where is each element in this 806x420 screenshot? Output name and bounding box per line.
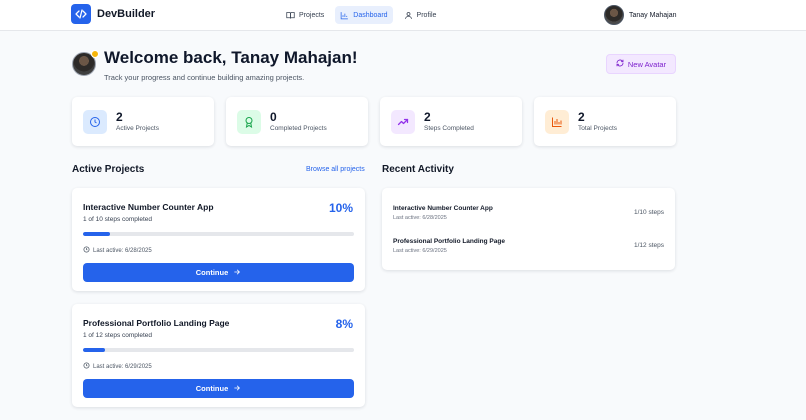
user-menu[interactable]: Tanay Mahajan — [604, 5, 676, 25]
project-percent: 10% — [328, 201, 353, 215]
arrow-right-icon — [233, 384, 241, 394]
user-name: Tanay Mahajan — [629, 11, 677, 19]
continue-button[interactable]: Continue — [83, 263, 354, 282]
profile-avatar[interactable] — [72, 50, 99, 76]
top-navbar: DevBuilder Projects Dashboard Profile Ta… — [0, 0, 806, 31]
recent-activity-title: Recent Activity — [382, 164, 454, 175]
nav-link-dashboard[interactable]: Dashboard — [335, 6, 393, 24]
new-avatar-button[interactable]: New Avatar — [606, 54, 676, 74]
progress-fill — [83, 232, 111, 236]
last-active-text: Last active: 6/28/2025 — [93, 247, 152, 254]
page-subtitle: Track your progress and continue buildin… — [104, 73, 305, 82]
stat-card-active: 2 Active Projects — [72, 97, 214, 146]
stat-value: 2 — [578, 110, 585, 124]
activity-title: Interactive Number Counter App — [393, 205, 493, 212]
recent-activity-card: Interactive Number Counter App Last acti… — [382, 188, 675, 270]
stat-card-total: 2 Total Projects — [534, 97, 676, 146]
page-title: Welcome back, Tanay Mahajan! — [104, 48, 358, 67]
stat-label: Active Projects — [116, 125, 159, 132]
activity-date: Last active: 6/29/2025 — [393, 248, 447, 254]
brand-name: DevBuilder — [97, 8, 156, 20]
stat-card-steps: 2 Steps Completed — [380, 97, 522, 146]
activity-date: Last active: 6/28/2025 — [393, 215, 447, 221]
last-active-text: Last active: 6/29/2025 — [93, 363, 152, 370]
activity-title: Professional Portfolio Landing Page — [393, 238, 505, 245]
last-active: Last active: 6/28/2025 — [83, 246, 152, 255]
stats-row: 2 Active Projects 0 Completed Projects 2… — [72, 97, 676, 146]
project-title: Interactive Number Counter App — [83, 202, 214, 212]
project-steps: 1 of 10 steps completed — [83, 216, 153, 223]
project-title: Professional Portfolio Landing Page — [83, 318, 230, 328]
clock-icon — [83, 362, 90, 371]
stat-value: 0 — [270, 110, 277, 124]
nav-link-label: Profile — [416, 11, 437, 19]
stat-card-completed: 0 Completed Projects — [226, 97, 368, 146]
book-icon — [286, 11, 295, 20]
project-card: Interactive Number Counter App 1 of 10 s… — [72, 188, 365, 291]
progress-bar — [83, 232, 354, 236]
trending-up-icon — [391, 110, 415, 134]
stat-label: Total Projects — [578, 125, 618, 132]
continue-button[interactable]: Continue — [83, 379, 354, 398]
active-projects-title: Active Projects — [72, 164, 145, 175]
activity-item[interactable]: Interactive Number Counter App Last acti… — [393, 205, 664, 229]
star-badge-icon — [91, 50, 99, 58]
project-card: Professional Portfolio Landing Page 1 of… — [72, 304, 365, 407]
last-active: Last active: 6/29/2025 — [83, 362, 152, 371]
new-avatar-label: New Avatar — [627, 59, 667, 69]
continue-label: Continue — [195, 384, 229, 393]
activity-item[interactable]: Professional Portfolio Landing Page Last… — [393, 238, 664, 262]
arrow-right-icon — [233, 268, 241, 278]
browse-all-projects-link[interactable]: Browse all projects — [306, 166, 365, 173]
refresh-icon — [616, 59, 624, 69]
welcome-header: Welcome back, Tanay Mahajan! Track your … — [72, 48, 358, 82]
user-icon — [404, 11, 413, 20]
progress-fill — [83, 348, 105, 352]
stat-value: 2 — [424, 110, 431, 124]
nav-link-label: Dashboard — [353, 11, 388, 19]
stat-label: Steps Completed — [424, 125, 474, 132]
progress-bar — [83, 348, 354, 352]
activity-steps: 1/12 steps — [634, 242, 664, 249]
nav-link-label: Projects — [299, 11, 325, 19]
continue-label: Continue — [195, 268, 229, 277]
nav-link-profile[interactable]: Profile — [399, 6, 442, 24]
brand[interactable]: DevBuilder — [71, 4, 155, 24]
avatar[interactable] — [604, 5, 624, 25]
stat-label: Completed Projects — [270, 125, 327, 132]
clock-icon — [83, 110, 107, 134]
stat-value: 2 — [116, 110, 123, 124]
nav-link-projects[interactable]: Projects — [281, 6, 329, 24]
bar-chart-icon — [340, 11, 349, 20]
bar-chart-icon — [545, 110, 569, 134]
code-icon — [71, 4, 91, 24]
activity-steps: 1/10 steps — [634, 209, 664, 216]
clock-icon — [83, 246, 90, 255]
project-percent: 8% — [335, 317, 353, 331]
project-steps: 1 of 12 steps completed — [83, 332, 153, 339]
nav-links: Projects Dashboard Profile — [281, 6, 441, 24]
award-icon — [237, 110, 261, 134]
